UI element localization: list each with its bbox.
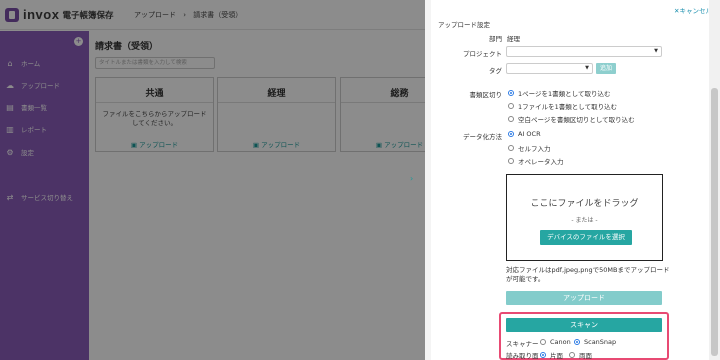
radio-icon: [508, 145, 514, 151]
scrollbar-thumb[interactable]: [711, 88, 718, 356]
radio-label: Canon: [550, 338, 571, 346]
radio-label: 片面: [550, 352, 563, 360]
panel-gutter: [425, 0, 431, 360]
radio-label: 1ページを1書類として取り込む: [518, 90, 611, 98]
cancel-button[interactable]: ✕キャンセル: [674, 5, 712, 15]
file-format-note: 対応ファイルはpdf,jpeg,pngで50MBまでアップロードが可能です。: [506, 266, 670, 283]
scanner-option-canon[interactable]: Canon: [540, 338, 571, 346]
read-option-double[interactable]: 両面: [569, 350, 592, 360]
caret-down-icon: ▼: [654, 48, 658, 54]
radio-icon: [569, 352, 575, 358]
department-label: 部門: [489, 35, 502, 43]
tag-label: タグ: [489, 67, 502, 75]
radio-label: 1ファイルを1書類として取り込む: [518, 103, 618, 111]
radio-icon: [508, 116, 514, 122]
radio-label: 空白ページを書類区切りとして取り込む: [518, 116, 635, 124]
radio-label: 両面: [579, 352, 592, 360]
radio-label: ScanSnap: [584, 338, 617, 346]
radio-label: オペレータ入力: [518, 158, 564, 166]
project-select[interactable]: ▼: [506, 46, 662, 57]
scan-button[interactable]: スキャン: [506, 318, 662, 332]
radio-selected-icon: [508, 131, 514, 137]
datafy-label: データ化方法: [463, 133, 502, 141]
modal-overlay[interactable]: [0, 0, 425, 360]
read-side-label: 読み取り面: [506, 352, 539, 360]
radio-icon: [540, 339, 546, 345]
department-value: 経理: [507, 35, 520, 43]
datafy-option-self[interactable]: セルフ入力: [508, 143, 551, 153]
cancel-label: キャンセル: [679, 7, 713, 15]
dropzone-or: - または -: [571, 217, 598, 224]
project-label: プロジェクト: [463, 50, 502, 58]
select-file-button[interactable]: デバイスのファイルを選択: [540, 230, 632, 245]
datafy-option-operator[interactable]: オペレータ入力: [508, 156, 564, 166]
radio-selected-icon: [540, 352, 546, 358]
scanner-label: スキャナー: [506, 340, 539, 348]
radio-label: セルフ入力: [518, 145, 551, 153]
radio-label: AI OCR: [518, 130, 541, 138]
caret-down-icon: ▼: [585, 65, 589, 71]
section-title: アップロード設定: [438, 21, 490, 29]
add-tag-button[interactable]: 追加: [596, 63, 616, 74]
split-option-per-page[interactable]: 1ページを1書類として取り込む: [508, 88, 610, 98]
file-dropzone[interactable]: ここにファイルをドラッグ - または - デバイスのファイルを選択: [506, 174, 663, 261]
radio-selected-icon: [574, 339, 580, 345]
panel-scrollbar[interactable]: [709, 0, 720, 360]
scanner-option-scansnap[interactable]: ScanSnap: [574, 338, 616, 346]
split-label: 書類区切り: [469, 91, 503, 99]
upload-button[interactable]: アップロード: [506, 291, 662, 305]
radio-selected-icon: [508, 90, 514, 96]
split-option-per-file[interactable]: 1ファイルを1書類として取り込む: [508, 101, 617, 111]
tag-select[interactable]: ▼: [506, 63, 593, 74]
dropzone-title: ここにファイルをドラッグ: [530, 199, 639, 209]
radio-icon: [508, 158, 514, 164]
read-option-single[interactable]: 片面: [540, 350, 563, 360]
chevron-right-icon[interactable]: ›: [410, 174, 413, 183]
split-option-blank-page[interactable]: 空白ページを書類区切りとして取り込む: [508, 114, 635, 124]
datafy-option-ai-ocr[interactable]: AI OCR: [508, 130, 541, 138]
radio-icon: [508, 103, 514, 109]
